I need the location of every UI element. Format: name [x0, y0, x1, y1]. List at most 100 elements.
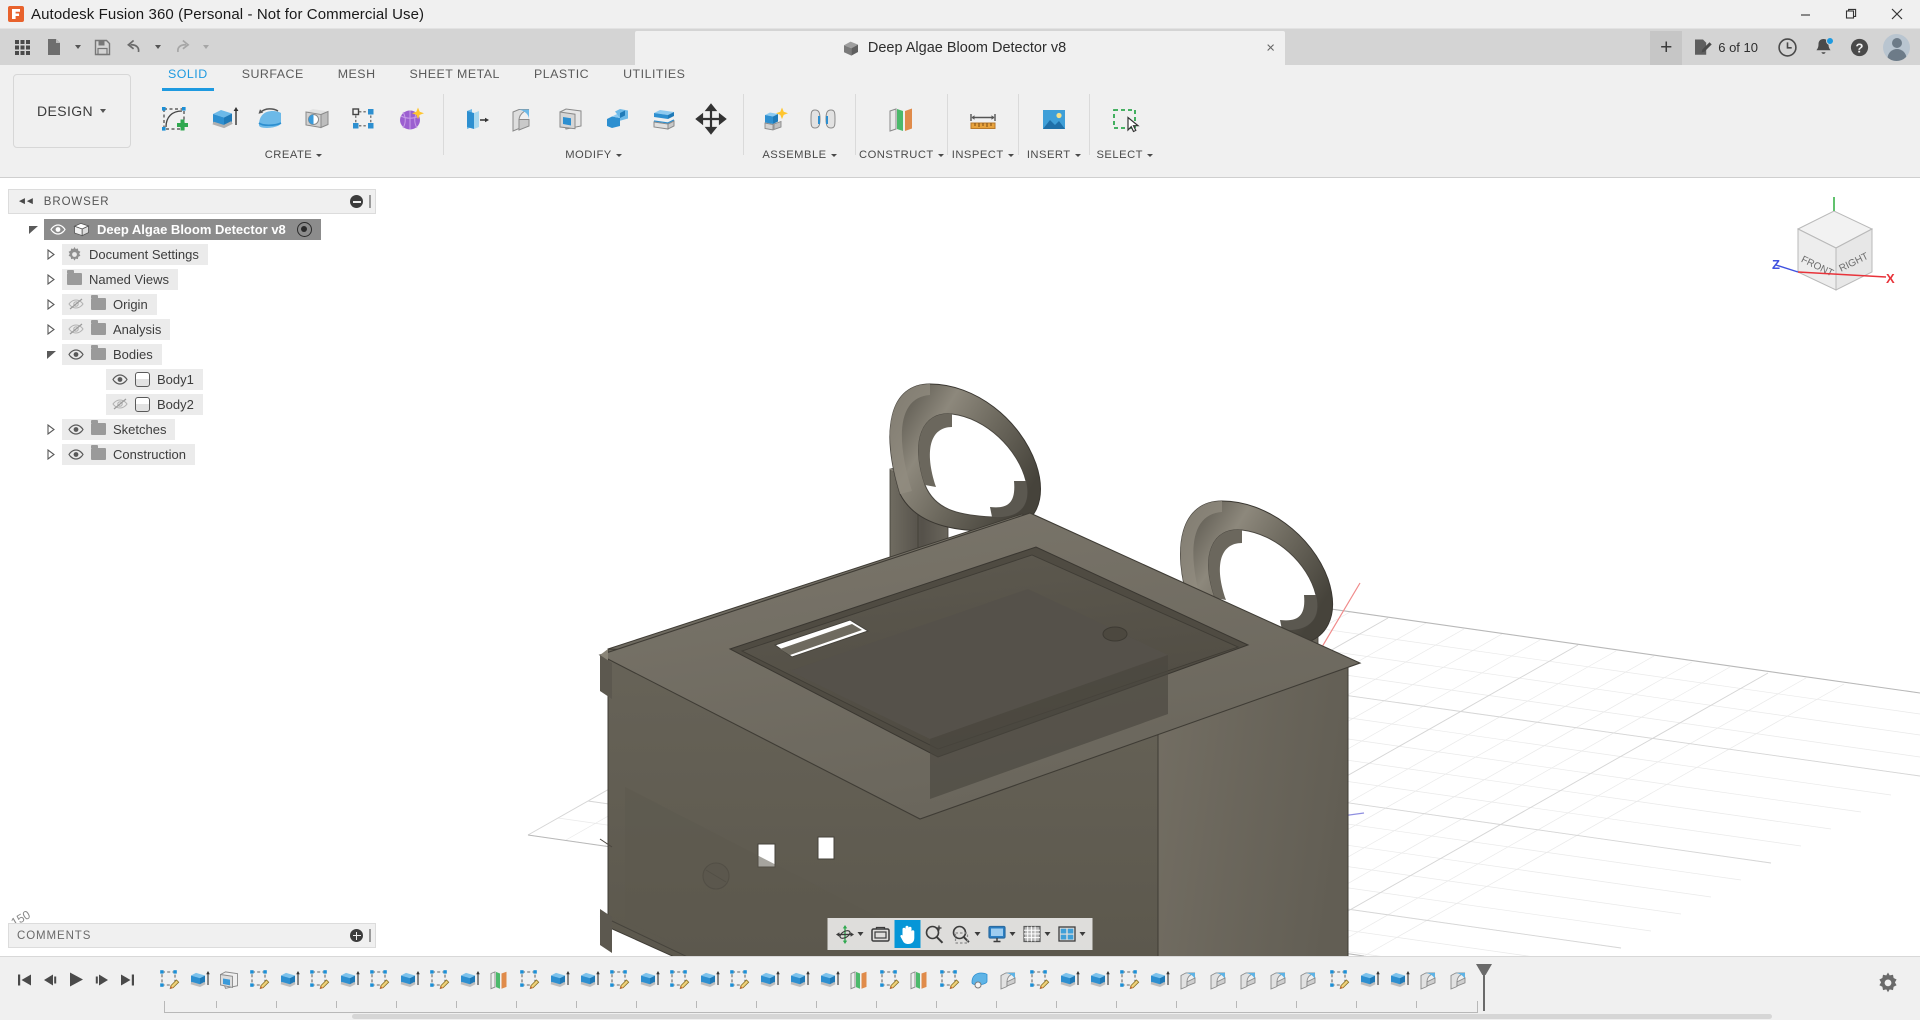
visibility-toggle-hidden-icon[interactable] — [111, 398, 128, 410]
joint-button[interactable] — [800, 93, 846, 145]
expander-expanded-icon[interactable] — [40, 349, 62, 360]
timeline-feature-sketch[interactable] — [1328, 968, 1351, 991]
viewports-button[interactable] — [1054, 920, 1089, 948]
tree-item-analysis[interactable]: Analysis — [8, 317, 376, 341]
expander-collapsed-icon[interactable] — [40, 299, 62, 310]
timeline-feature-fillet[interactable] — [1238, 968, 1261, 991]
view-cube[interactable]: FRONT RIGHT Z X — [1768, 195, 1898, 317]
form-button[interactable] — [388, 93, 434, 145]
timeline-feature-sketch[interactable] — [1028, 968, 1051, 991]
comments-panel[interactable]: COMMENTS — [8, 923, 376, 948]
visibility-toggle-visible-icon[interactable] — [49, 224, 66, 235]
timeline-feature-extrude[interactable] — [698, 968, 721, 991]
orbit-button[interactable] — [832, 920, 867, 948]
timeline-feature-plane[interactable] — [488, 968, 511, 991]
expander-collapsed-icon[interactable] — [40, 324, 62, 335]
timeline-feature-extrude[interactable] — [788, 968, 811, 991]
hole-button[interactable] — [294, 93, 340, 145]
play-button[interactable] — [67, 971, 85, 993]
circle-plus-icon[interactable] — [350, 929, 363, 942]
timeline-feature-extrude[interactable] — [818, 968, 841, 991]
timeline-marker[interactable] — [1476, 964, 1492, 1010]
shell-button[interactable] — [547, 93, 593, 145]
timeline-feature-sketch[interactable] — [878, 968, 901, 991]
timeline-feature-extrude[interactable] — [548, 968, 571, 991]
create-sketch-button[interactable] — [153, 93, 199, 145]
tree-item-root[interactable]: Deep Algae Bloom Detector v8 — [8, 217, 376, 241]
timeline-feature-fillet[interactable] — [1208, 968, 1231, 991]
double-left-arrow-icon[interactable]: ◄◄ — [17, 196, 33, 207]
timeline-feature-sketch[interactable] — [248, 968, 271, 991]
close-button[interactable] — [1874, 0, 1920, 29]
timeline-feature-extrude[interactable] — [1358, 968, 1381, 991]
timeline-feature-extrude[interactable] — [278, 968, 301, 991]
timeline-feature-plane[interactable] — [848, 968, 871, 991]
tree-item-bodies[interactable]: Bodies — [8, 342, 376, 366]
timeline-feature-sketch[interactable] — [668, 968, 691, 991]
timeline-feature-fillet[interactable] — [1418, 968, 1441, 991]
app-grid-button[interactable] — [7, 32, 37, 62]
tree-item-named-views[interactable]: Named Views — [8, 267, 376, 291]
panel-grip-icon[interactable] — [369, 195, 371, 208]
maximize-button[interactable] — [1828, 0, 1874, 29]
panel-grip-icon[interactable] — [369, 929, 371, 942]
expander-collapsed-icon[interactable] — [40, 424, 62, 435]
new-tab-button[interactable]: + — [1650, 31, 1682, 65]
design-workspace-button[interactable]: DESIGN — [13, 74, 131, 148]
redo-dropdown-button[interactable] — [199, 32, 213, 62]
help-button[interactable]: ? — [1843, 31, 1875, 63]
close-document-tab-button[interactable]: × — [1266, 41, 1275, 56]
timeline-feature-sketch[interactable] — [938, 968, 961, 991]
timeline-feature-fillet[interactable] — [1298, 968, 1321, 991]
job-status[interactable]: 6 of 10 — [1686, 38, 1767, 57]
timeline-feature-fillet[interactable] — [1268, 968, 1291, 991]
timeline-feature-plane[interactable] — [908, 968, 931, 991]
timeline-track[interactable] — [152, 957, 1856, 1021]
timeline-feature-sketch[interactable] — [428, 968, 451, 991]
tab-surface[interactable]: SURFACE — [225, 65, 321, 89]
tab-utilities[interactable]: UTILITIES — [606, 65, 702, 89]
avatar[interactable] — [1883, 34, 1910, 61]
notifications-button[interactable] — [1807, 31, 1839, 63]
file-dropdown-button[interactable] — [71, 32, 85, 62]
timeline-settings-button[interactable] — [1856, 957, 1920, 1009]
offset-face-button[interactable] — [641, 93, 687, 145]
timeline-feature-extrude[interactable] — [1148, 968, 1171, 991]
tree-item-document-settings[interactable]: Document Settings — [8, 242, 376, 266]
tree-item-body1[interactable]: Body1 — [8, 367, 376, 391]
pattern-button[interactable] — [341, 93, 387, 145]
visibility-toggle-visible-icon[interactable] — [67, 449, 84, 460]
timeline-feature-extrude[interactable] — [758, 968, 781, 991]
timeline-feature-extrude[interactable] — [398, 968, 421, 991]
tab-mesh[interactable]: MESH — [321, 65, 393, 89]
combine-button[interactable] — [594, 93, 640, 145]
tree-item-construction[interactable]: Construction — [8, 442, 376, 466]
visibility-toggle-hidden-icon[interactable] — [67, 298, 84, 310]
timeline-feature-sketch[interactable] — [518, 968, 541, 991]
timeline-feature-fillet[interactable] — [1178, 968, 1201, 991]
tree-item-body2[interactable]: Body2 — [8, 392, 376, 416]
look-at-button[interactable] — [867, 920, 895, 948]
press-pull-button[interactable] — [453, 93, 499, 145]
tab-sheet-metal[interactable]: SHEET METAL — [393, 65, 517, 89]
revolve-button[interactable] — [247, 93, 293, 145]
timeline-feature-extrude[interactable] — [1058, 968, 1081, 991]
step-back-button[interactable] — [42, 972, 59, 993]
move-copy-button[interactable] — [688, 93, 734, 145]
pan-button[interactable] — [895, 920, 921, 948]
tree-item-sketches[interactable]: Sketches — [8, 417, 376, 441]
undo-button[interactable] — [119, 32, 149, 62]
timeline-feature-fillet[interactable] — [1448, 968, 1471, 991]
document-tab[interactable]: Deep Algae Bloom Detector v8 × — [635, 31, 1285, 65]
measure-button[interactable] — [957, 93, 1009, 145]
go-to-end-button[interactable] — [119, 972, 136, 993]
select-window-button[interactable] — [1099, 93, 1151, 145]
redo-button[interactable] — [167, 32, 197, 62]
timeline-feature-extrude[interactable] — [1088, 968, 1111, 991]
timeline-feature-shell[interactable] — [218, 968, 241, 991]
visibility-toggle-visible-icon[interactable] — [67, 424, 84, 435]
undo-dropdown-button[interactable] — [151, 32, 165, 62]
timeline-feature-extrude[interactable] — [338, 968, 361, 991]
timeline-feature-sketch[interactable] — [608, 968, 631, 991]
timeline-feature-extrude[interactable] — [458, 968, 481, 991]
